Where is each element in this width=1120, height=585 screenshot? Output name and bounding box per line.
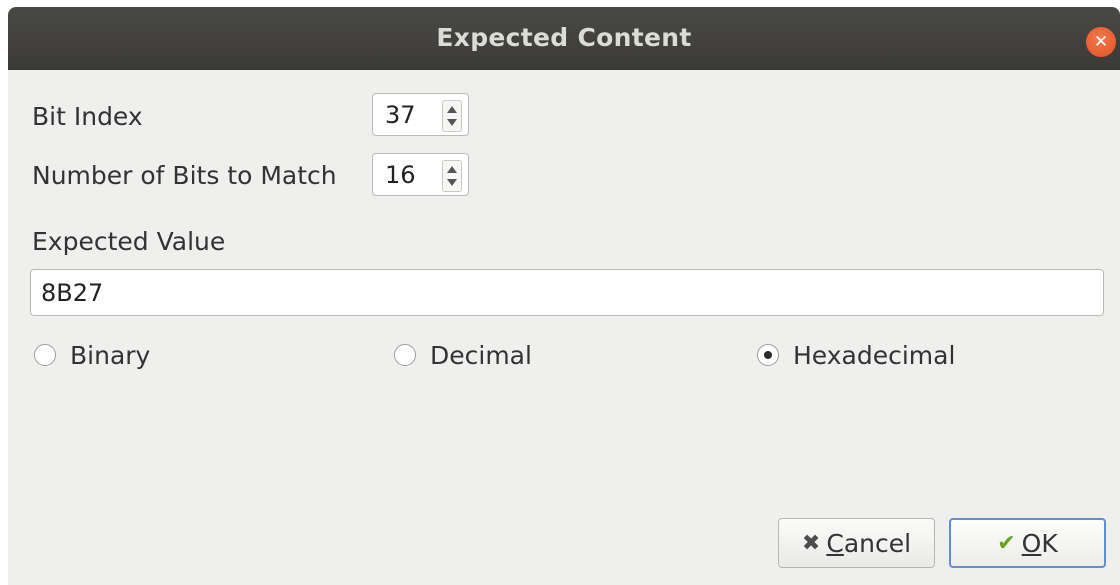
num-bits-value[interactable]: 16 — [385, 161, 416, 189]
spin-down-icon[interactable] — [447, 119, 457, 126]
ok-button-label: OK — [1021, 528, 1058, 558]
expected-content-dialog: Expected Content ✕ Bit Index 37 Number o… — [8, 7, 1120, 585]
expected-value-input[interactable]: 8B27 — [30, 269, 1104, 316]
cancel-button-label: Cancel — [826, 528, 912, 558]
bit-index-stepper[interactable] — [442, 100, 462, 132]
title-bar[interactable]: Expected Content ✕ — [8, 7, 1120, 70]
num-bits-label: Number of Bits to Match — [32, 161, 337, 190]
x-icon: ✖ — [801, 530, 821, 556]
radio-decimal[interactable]: Decimal — [394, 340, 532, 370]
spin-up-icon[interactable] — [447, 166, 457, 173]
bit-index-value[interactable]: 37 — [385, 101, 416, 129]
radio-binary-label[interactable]: Binary — [70, 341, 150, 370]
spin-up-icon[interactable] — [447, 106, 457, 113]
expected-value-label: Expected Value — [32, 227, 226, 256]
cancel-button[interactable]: ✖ Cancel — [778, 518, 935, 568]
ok-button[interactable]: ✔ OK — [949, 518, 1106, 568]
num-bits-stepper[interactable] — [442, 160, 462, 192]
bit-index-label: Bit Index — [32, 102, 143, 131]
radio-button[interactable] — [394, 344, 416, 366]
radio-button[interactable] — [34, 344, 56, 366]
radio-hexadecimal-label[interactable]: Hexadecimal — [793, 341, 955, 370]
dialog-title: Expected Content — [436, 23, 692, 52]
close-icon[interactable]: ✕ — [1086, 27, 1116, 57]
radio-binary[interactable]: Binary — [34, 340, 150, 370]
spin-down-icon[interactable] — [447, 179, 457, 186]
radio-hexadecimal[interactable]: Hexadecimal — [757, 340, 955, 370]
checkmark-icon: ✔ — [997, 530, 1016, 556]
radio-selected-dot — [764, 351, 772, 359]
bit-index-spinbox[interactable]: 37 — [372, 93, 469, 136]
num-bits-spinbox[interactable]: 16 — [372, 153, 469, 196]
radio-button-selected[interactable] — [757, 344, 779, 366]
radio-decimal-label[interactable]: Decimal — [430, 341, 532, 370]
